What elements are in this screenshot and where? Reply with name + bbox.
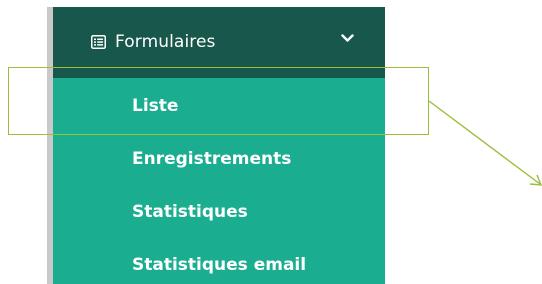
menu-header-label: Formulaires — [115, 32, 216, 52]
menu-item-statistiques[interactable]: Statistiques — [132, 201, 248, 223]
sidebar-menu: Formulaires Liste Enregistrements Statis… — [53, 7, 385, 284]
screenshot-stage: Formulaires Liste Enregistrements Statis… — [0, 0, 542, 284]
list-form-icon — [91, 35, 106, 49]
menu-item-statistiques-email[interactable]: Statistiques email — [132, 254, 306, 276]
chevron-down-icon[interactable] — [341, 34, 354, 43]
menu-item-liste[interactable]: Liste — [132, 95, 178, 117]
menu-header-formulaires[interactable]: Formulaires — [53, 7, 385, 78]
menu-item-enregistrements[interactable]: Enregistrements — [132, 148, 291, 170]
